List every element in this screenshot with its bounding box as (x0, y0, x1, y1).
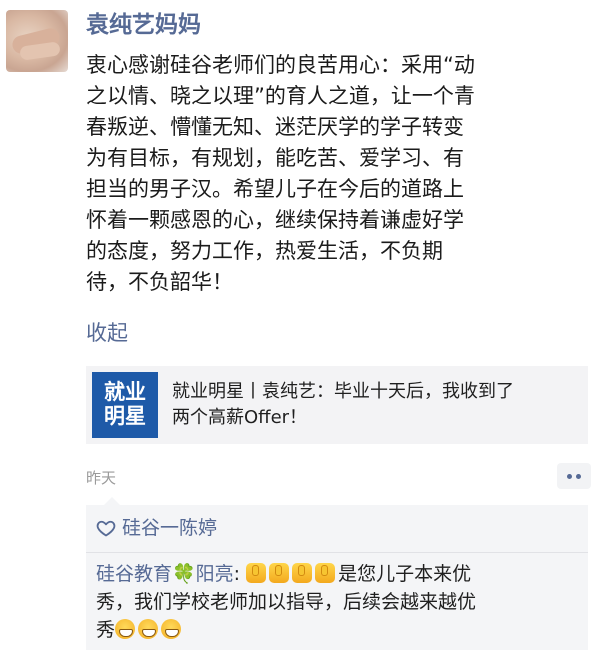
grinning-face-icon (115, 619, 136, 639)
post-text-line: 担当的男子汉。希望儿子在今后的道路上 (86, 177, 464, 201)
post-text: 衷心感谢硅谷老师们的良苦用心：采用“动 之以情、晓之以理”的育人之道，让一个青 … (86, 50, 588, 298)
thumbs-up-icon (315, 563, 336, 583)
post-text-line: 的态度，努力工作，热爱生活，不负期 (86, 239, 443, 263)
collapse-link[interactable]: 收起 (86, 318, 128, 348)
post-text-line: 怀着一颗感恩的心，继续保持着谦虚好学 (86, 208, 464, 232)
comment-text: 秀 (96, 619, 116, 641)
comment-line: 秀，我们学校老师加以指导，后续会越来越优 (96, 591, 477, 613)
thumbs-up-icon (292, 563, 313, 583)
post-text-line: 春叛逆、懵懂无知、迷茫厌学的学子转变 (86, 115, 464, 139)
post-text-line: 待，不负韶华！ (86, 270, 233, 294)
comment-line: 秀 (96, 616, 582, 644)
more-dots-icon (576, 473, 581, 479)
thumbnail-text: 明星 (104, 405, 146, 428)
comment-line: 硅谷教育🍀阳亮: 是您儿子本来优 (96, 560, 582, 588)
more-dots-icon (567, 473, 572, 479)
likes-row: 硅谷一陈婷 (96, 515, 217, 541)
comments-panel: 硅谷一陈婷 硅谷教育🍀阳亮: 是您儿子本来优 秀，我们学校老师加以指导，后续会越… (86, 497, 588, 650)
article-title-line: 两个高薪Offer！ (172, 407, 308, 428)
thumbs-up-icon (269, 563, 290, 583)
article-title-line: 就业明星丨袁纯艺：毕业十天后，我收到了 (172, 381, 514, 402)
post-author-name[interactable]: 袁纯艺妈妈 (86, 10, 201, 40)
article-title: 就业明星丨袁纯艺：毕业十天后，我收到了 两个高薪Offer！ (172, 379, 580, 431)
article-thumbnail: 就业 明星 (92, 372, 158, 438)
thumbs-up-icon (246, 563, 267, 583)
post-timestamp: 昨天 (86, 469, 117, 487)
post-text-line: 为有目标，有规划，能吃苦、爱学习、有 (86, 146, 464, 170)
post-text-line: 衷心感谢硅谷老师们的良苦用心：采用“动 (86, 53, 475, 77)
comment-separator: : (233, 563, 241, 585)
more-options-button[interactable] (557, 463, 591, 489)
grin-emojis (115, 619, 184, 639)
avatar[interactable] (6, 10, 68, 72)
grinning-face-icon (161, 619, 182, 639)
liker-name[interactable]: 硅谷一陈婷 (122, 515, 217, 541)
thumbnail-text: 就业 (104, 381, 146, 404)
thumbs-up-emojis (246, 563, 338, 583)
shared-article-card[interactable]: 就业 明星 就业明星丨袁纯艺：毕业十天后，我收到了 两个高薪Offer！ (86, 366, 588, 444)
heart-icon (96, 520, 116, 537)
comment-text: 是您儿子本来优 (338, 563, 472, 585)
divider (86, 552, 588, 553)
comment-item[interactable]: 硅谷教育🍀阳亮: 是您儿子本来优 秀，我们学校老师加以指导，后续会越来越优 秀 (96, 560, 582, 644)
post-text-line: 之以情、晓之以理”的育人之道，让一个青 (86, 84, 475, 108)
grinning-face-icon (138, 619, 159, 639)
commenter-name[interactable]: 硅谷教育🍀阳亮 (96, 563, 234, 585)
